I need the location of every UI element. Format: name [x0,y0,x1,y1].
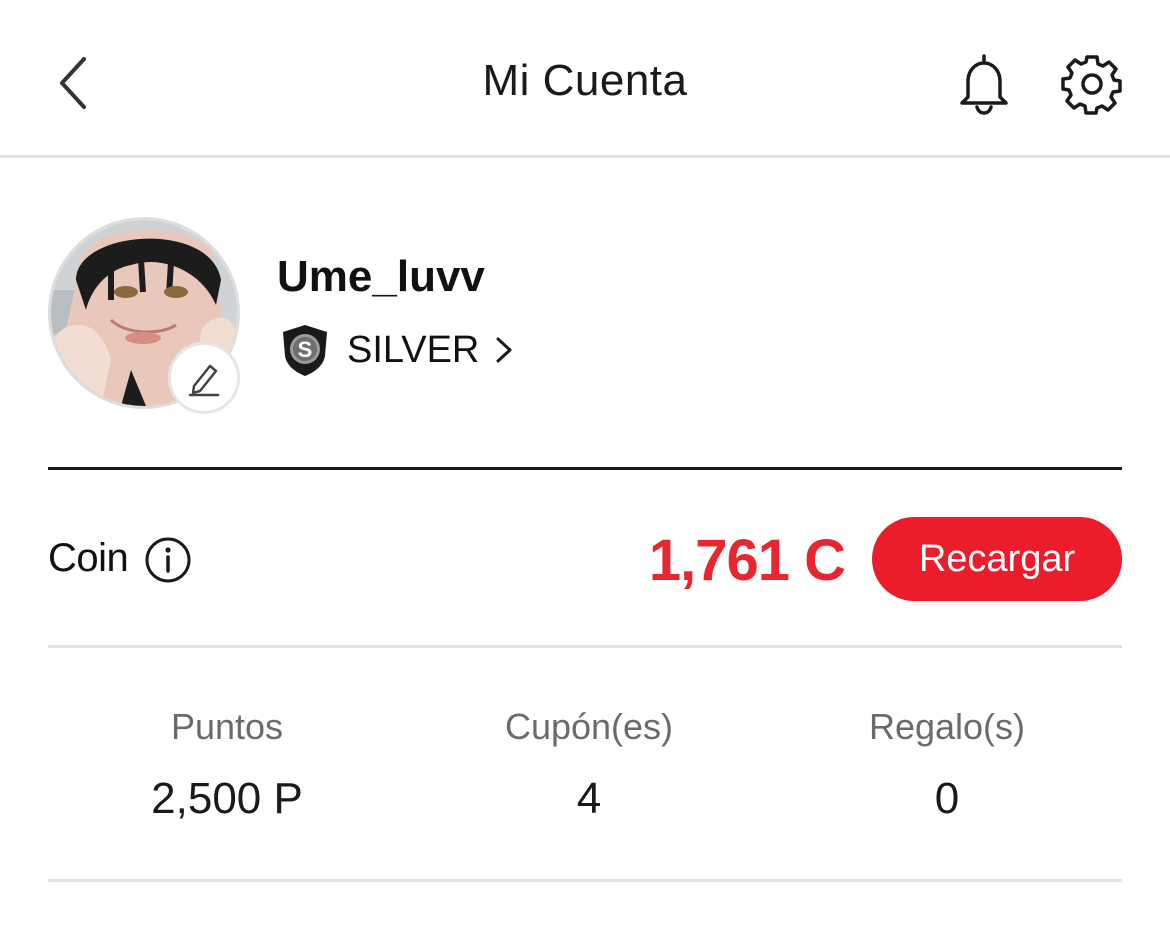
gear-icon [1061,55,1122,115]
coin-label: Coin [48,536,129,580]
username: Ume_luvv [277,252,485,301]
coin-info-button[interactable] [144,536,192,584]
row-divider [48,879,1122,882]
points-value: 2,500 P [151,774,303,823]
info-icon [145,537,191,583]
points-stat[interactable]: Puntos 2,500 P [77,706,377,824]
recharge-button[interactable]: Recargar [872,517,1122,601]
gifts-label: Regalo(s) [868,706,1026,747]
settings-button[interactable] [1058,50,1126,118]
edit-avatar-button[interactable] [168,342,240,414]
bell-icon [960,54,1008,115]
tier-label: SILVER [347,328,480,371]
gifts-value: 0 [934,774,960,823]
row-divider [48,645,1122,648]
membership-tier-link[interactable]: S SILVER [277,322,515,378]
coupons-stat[interactable]: Cupón(es) 4 [439,706,739,824]
points-label: Puntos [170,706,284,747]
app-header: Mi Cuenta [0,0,1170,158]
coupons-label: Cupón(es) [504,706,674,747]
section-divider [48,467,1122,470]
pencil-icon [188,364,220,397]
chevron-right-icon [496,337,512,363]
svg-text:S: S [298,337,313,362]
gifts-stat[interactable]: Regalo(s) 0 [797,706,1097,824]
coin-balance: 1,761 C [648,528,846,593]
notifications-button[interactable] [950,50,1018,118]
silver-shield-badge-icon: S [283,325,327,376]
coupons-value: 4 [576,774,602,823]
